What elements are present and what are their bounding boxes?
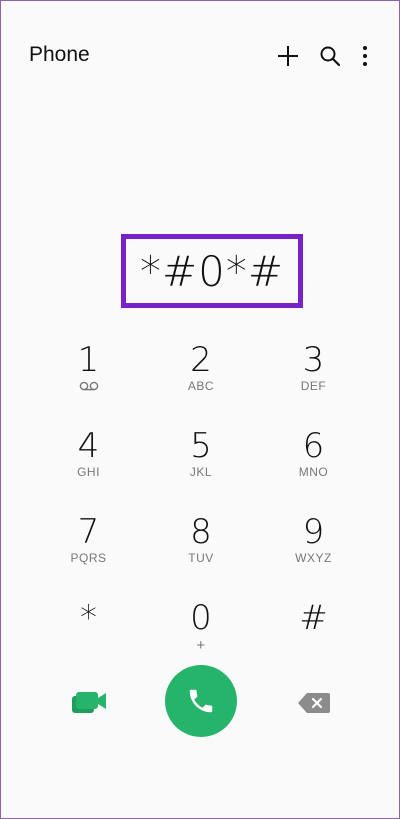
key-digit: 3 xyxy=(302,340,325,380)
key-letters: JKL xyxy=(189,465,213,479)
key-digit: 9 xyxy=(302,512,325,552)
key-digit: 4 xyxy=(77,426,100,466)
toolbar-actions xyxy=(267,39,379,73)
key-digit: 7 xyxy=(77,512,100,552)
key-digit: * xyxy=(80,598,97,638)
key-9[interactable]: 9 WXYZ xyxy=(256,511,371,597)
phone-screen: Phone *#0*# 1 2 ABC 3 DEF 4 GHI 5 JKL 6 … xyxy=(0,0,400,819)
search-button[interactable] xyxy=(309,39,351,73)
page-title: Phone xyxy=(29,43,90,66)
key-letters: + xyxy=(196,637,206,654)
dialer-actions xyxy=(1,663,400,743)
key-digit: 2 xyxy=(190,340,212,380)
dialed-number-highlight: *#0*# xyxy=(121,234,303,308)
more-options-button[interactable] xyxy=(351,39,379,73)
search-icon xyxy=(320,46,341,67)
more-vert-icon xyxy=(363,46,367,66)
plus-icon xyxy=(278,46,298,66)
key-digit: 1 xyxy=(77,340,100,380)
dial-keypad: 1 2 ABC 3 DEF 4 GHI 5 JKL 6 MNO 7 PQRS 8… xyxy=(31,339,371,683)
add-contact-button[interactable] xyxy=(267,39,309,73)
key-letters: WXYZ xyxy=(295,551,332,565)
key-digit: 0 xyxy=(190,598,212,638)
call-button[interactable] xyxy=(165,665,237,737)
key-digit: 8 xyxy=(190,512,212,552)
key-digit: 6 xyxy=(302,426,325,466)
key-6[interactable]: 6 MNO xyxy=(256,425,371,511)
key-4[interactable]: 4 GHI xyxy=(31,425,146,511)
key-2[interactable]: 2 ABC xyxy=(146,339,256,425)
voicemail-icon xyxy=(79,379,99,395)
key-7[interactable]: 7 PQRS xyxy=(31,511,146,597)
top-app-bar: Phone xyxy=(1,1,400,111)
delete-button[interactable] xyxy=(293,687,335,719)
key-digit: # xyxy=(299,598,328,638)
video-call-button[interactable] xyxy=(65,683,113,723)
video-call-icon xyxy=(72,692,106,713)
key-8[interactable]: 8 TUV xyxy=(146,511,256,597)
key-letters: DEF xyxy=(300,379,327,393)
phone-call-icon xyxy=(189,689,213,713)
key-letters: PQRS xyxy=(70,551,107,565)
key-letters: TUV xyxy=(188,551,214,565)
key-5[interactable]: 5 JKL xyxy=(146,425,256,511)
key-letters: ABC xyxy=(187,379,215,393)
key-3[interactable]: 3 DEF xyxy=(256,339,371,425)
key-letters: GHI xyxy=(77,465,100,479)
key-digit: 5 xyxy=(190,426,212,466)
key-letters: MNO xyxy=(298,465,329,479)
dialed-number[interactable]: *#0*# xyxy=(140,247,284,296)
key-1[interactable]: 1 xyxy=(31,339,146,425)
backspace-icon xyxy=(298,693,330,713)
